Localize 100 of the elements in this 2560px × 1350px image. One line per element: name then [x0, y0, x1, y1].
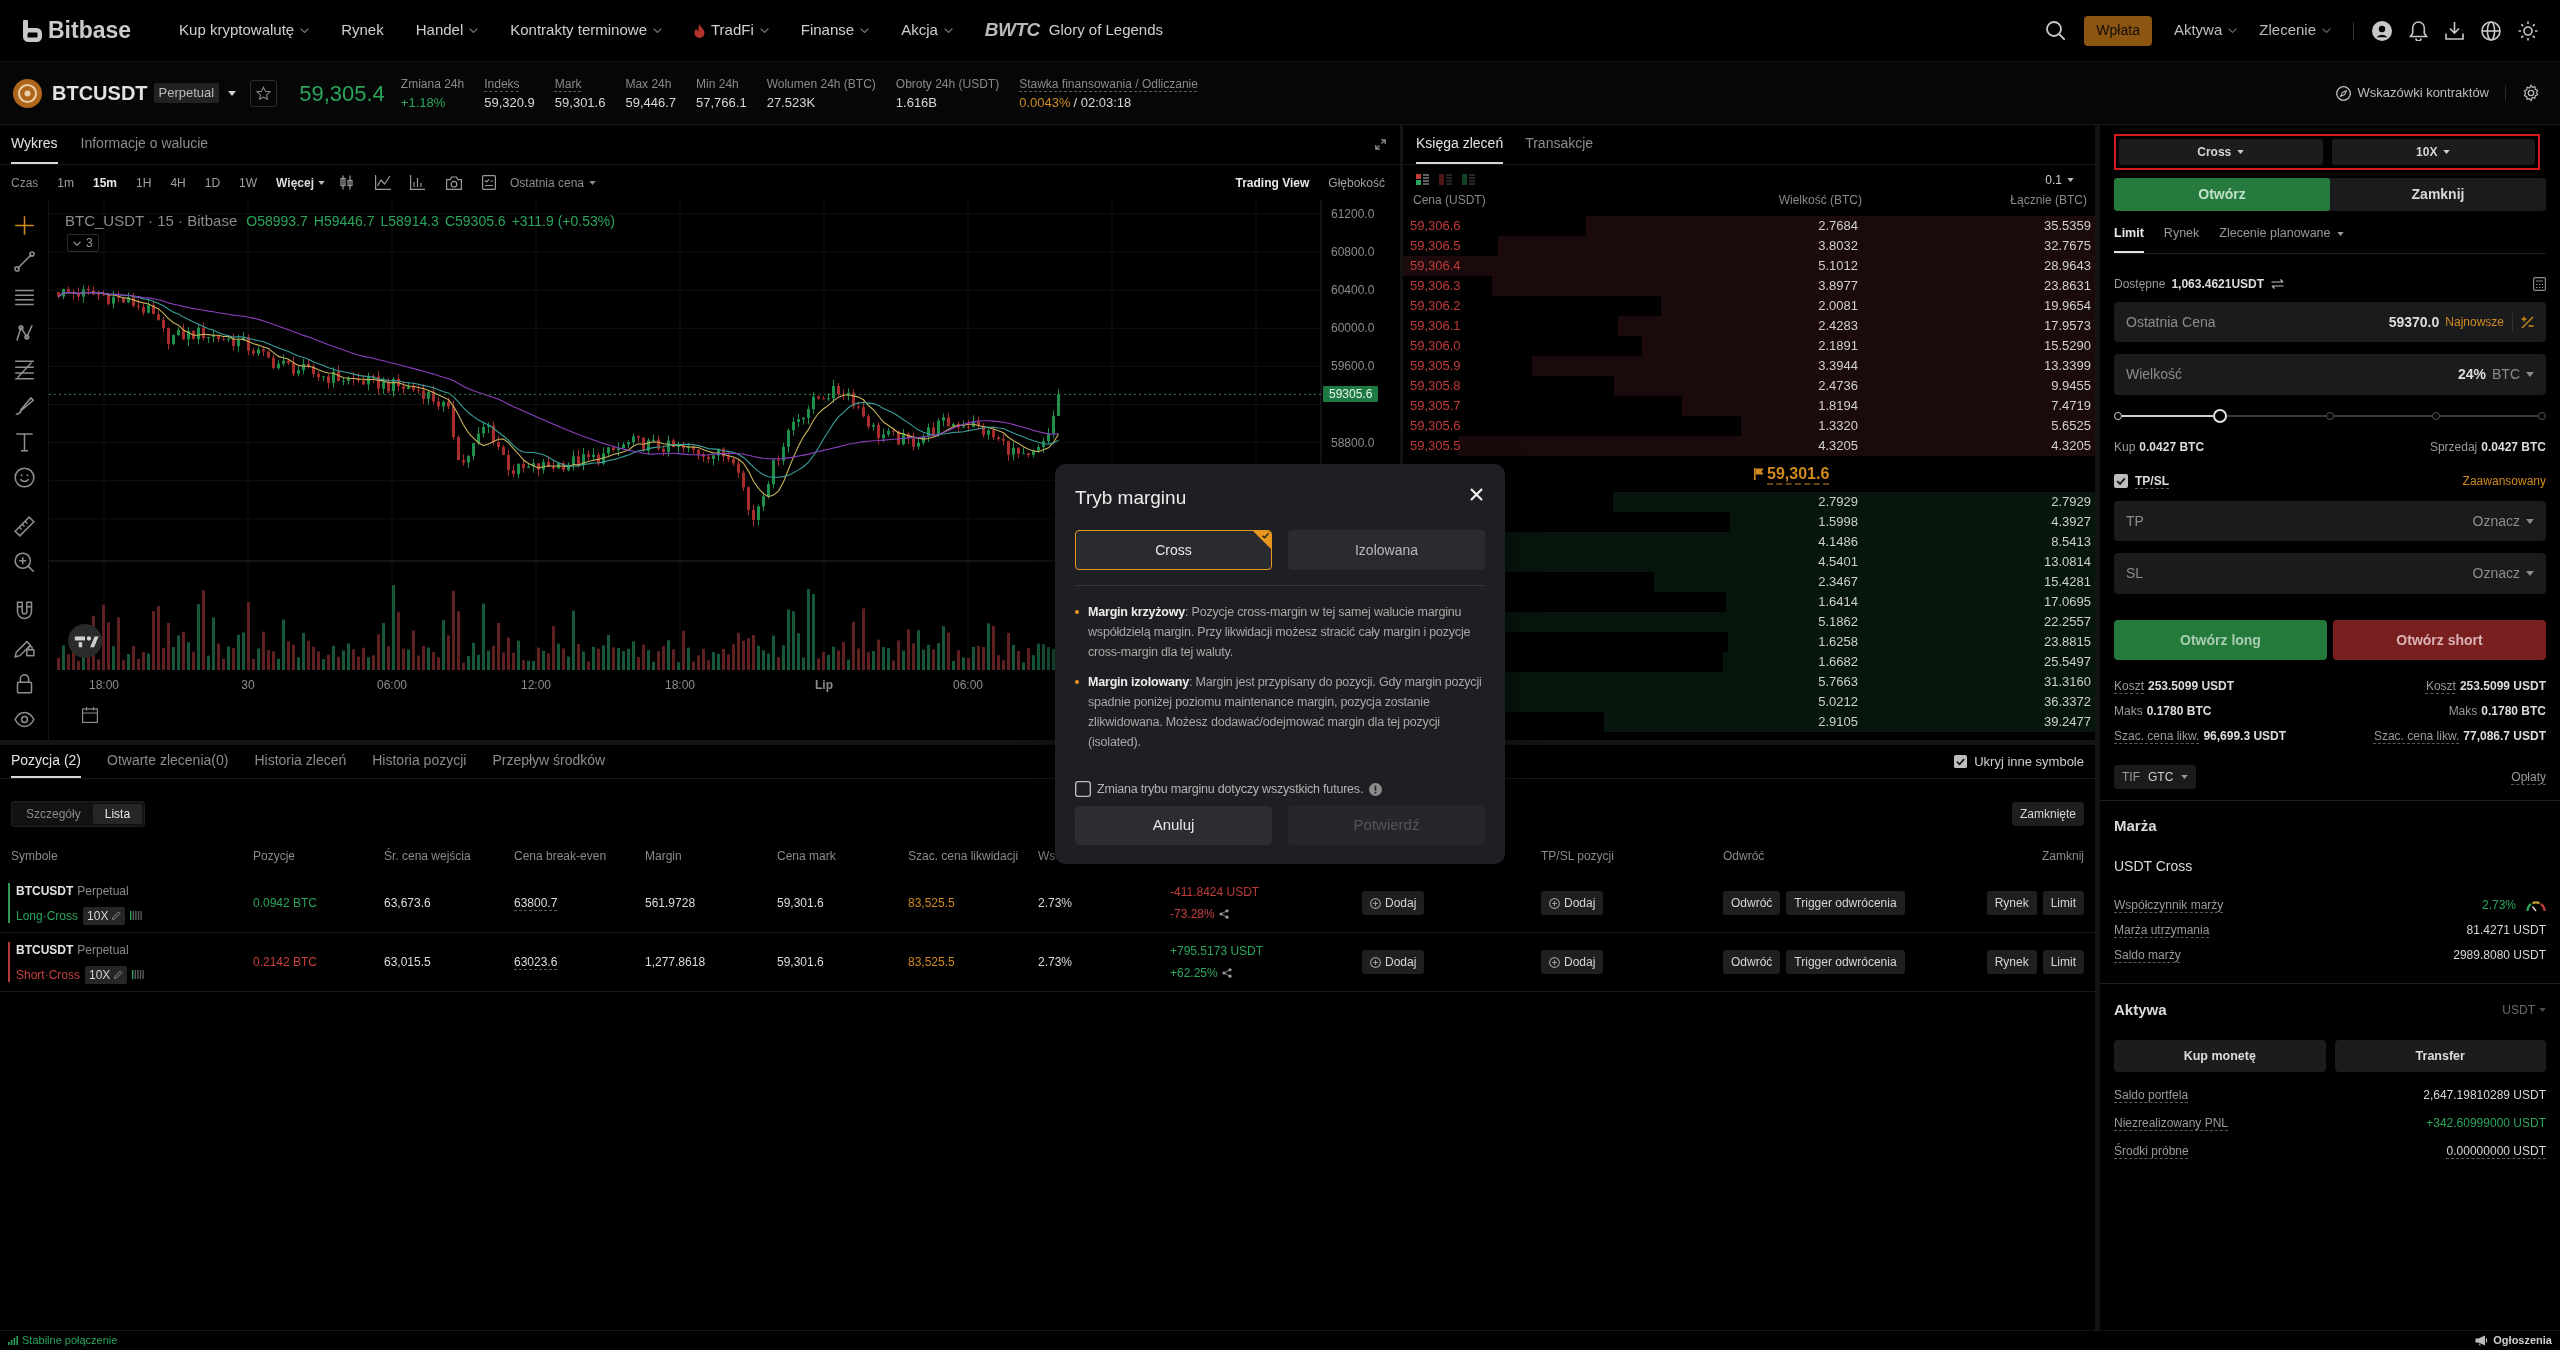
close-icon[interactable]	[1470, 488, 1483, 501]
order-type-tab[interactable]: Rynek	[2163, 224, 2200, 253]
precision-dropdown[interactable]: 0.1	[2045, 170, 2074, 189]
favorite-button[interactable]	[250, 79, 278, 107]
nav-menu-item[interactable]: Kup kryptowalutę	[179, 19, 310, 42]
globe-icon[interactable]	[2481, 20, 2501, 41]
order-type-tab[interactable]: Zlecenie planowane	[2219, 224, 2344, 253]
nav-menu-item[interactable]: Kontrakty terminowe	[510, 19, 662, 42]
add-tpsl-button[interactable]: Dodaj	[1541, 891, 1604, 915]
candles-icon[interactable]	[339, 175, 354, 190]
nav-menu-item[interactable]: Zlecenie	[2259, 19, 2331, 42]
checklist-icon[interactable]	[482, 175, 496, 190]
line-chart-icon[interactable]	[375, 175, 391, 190]
asset-action-button[interactable]: Transfer	[2334, 1040, 2546, 1072]
close-limit-button[interactable]: Limit	[2042, 950, 2084, 974]
margin-mode-option[interactable]: Izolowana	[1288, 530, 1485, 570]
mark-dropdown[interactable]: Oznacz	[2472, 563, 2534, 584]
eye-icon[interactable]	[13, 709, 35, 730]
view-toggle-option[interactable]: Lista	[92, 804, 143, 824]
nav-menu-item[interactable]: TradFi	[694, 19, 769, 42]
interval-tab[interactable]: 1W	[239, 173, 258, 192]
announcements-link[interactable]: Ogłoszenia	[2493, 1332, 2552, 1349]
positions-tab[interactable]: Pozycja (2)	[11, 745, 82, 778]
reverse-button[interactable]: Odwróć	[1723, 950, 1781, 974]
search-icon[interactable]	[2046, 21, 2066, 40]
positions-tab[interactable]: Historia zleceń	[254, 745, 347, 778]
crosshair-icon[interactable]	[13, 215, 35, 236]
stop-loss-field[interactable]: SL Oznacz	[2114, 553, 2546, 594]
slider-thumb[interactable]	[2212, 409, 2227, 423]
order-book-tab[interactable]: Transakcje	[1525, 125, 1594, 164]
interval-tab[interactable]: 1H	[136, 173, 152, 192]
close-market-button[interactable]: Rynek	[1986, 950, 2037, 974]
trigger-reverse-button[interactable]: Trigger odwrócenia	[1786, 891, 1905, 915]
interval-tab[interactable]: 1D	[204, 173, 221, 192]
chart-tab[interactable]: Informacje o walucie	[80, 125, 209, 164]
more-intervals-button[interactable]: Więcej	[276, 173, 325, 192]
camera-icon[interactable]	[446, 175, 462, 190]
trigger-reverse-button[interactable]: Trigger odwrócenia	[1786, 950, 1905, 974]
positions-tab[interactable]: Otwarte zlecenia(0)	[107, 745, 229, 778]
share-icon[interactable]	[1221, 968, 1232, 978]
nodes-icon[interactable]	[13, 323, 35, 344]
info-icon[interactable]	[1369, 782, 1383, 796]
unit-dropdown[interactable]: BTC	[2492, 364, 2534, 385]
ruler-icon[interactable]	[13, 516, 35, 537]
user-icon[interactable]	[2372, 20, 2392, 41]
brush-icon[interactable]	[13, 395, 35, 416]
chart-view-tab[interactable]: Trading View	[1235, 173, 1310, 192]
order-side-tab[interactable]: Otwórz	[2114, 178, 2330, 211]
fees-link[interactable]: Opłaty	[2511, 768, 2546, 786]
latest-price-button[interactable]: Najnowsze	[2445, 313, 2504, 331]
line-tool-icon[interactable]	[13, 251, 35, 272]
sun-icon[interactable]	[2518, 20, 2538, 41]
close-market-button[interactable]: Rynek	[1986, 891, 2037, 915]
download-icon[interactable]	[2445, 21, 2464, 40]
checkbox[interactable]	[1075, 781, 1091, 797]
zoom-in-icon[interactable]	[13, 552, 35, 573]
currency-dropdown[interactable]: USDT	[2502, 1001, 2546, 1019]
order-side-tab[interactable]: Zamknij	[2330, 178, 2546, 211]
take-profit-field[interactable]: TP Oznacz	[2114, 501, 2546, 541]
fib-lines-icon[interactable]	[13, 359, 35, 380]
margin-mode-button[interactable]: Cross	[2119, 139, 2323, 165]
leverage-button[interactable]: 10X	[2331, 139, 2535, 165]
positions-tab[interactable]: Historia pozycji	[372, 745, 467, 778]
calculator-icon[interactable]	[2533, 277, 2546, 291]
caret-icon[interactable]	[228, 90, 237, 96]
positions-tab[interactable]: Przepływ środków	[492, 745, 606, 778]
view-toggle-option[interactable]: Szczegóły	[14, 804, 93, 824]
price-field[interactable]: Ostatnia Cena 59370.0 Najnowsze	[2114, 302, 2546, 342]
order-book-tab[interactable]: Księga zleceń	[1416, 125, 1504, 164]
nav-menu-item[interactable]: Rynek	[341, 19, 384, 42]
tif-dropdown[interactable]: TIF GTC	[2114, 765, 2197, 789]
list-layout-icon[interactable]	[1416, 174, 1429, 185]
add-tpsl-button[interactable]: Dodaj	[1541, 950, 1604, 974]
settings-icon[interactable]	[2522, 84, 2540, 102]
chart-tab[interactable]: Wykres	[11, 125, 58, 164]
leverage-button[interactable]: 10X	[85, 965, 128, 984]
leverage-button[interactable]: 10X	[83, 906, 126, 925]
add-margin-button[interactable]: Dodaj	[1362, 950, 1425, 974]
reverse-button[interactable]: Odwróć	[1723, 891, 1781, 915]
bar-chart-icon[interactable]	[410, 175, 425, 190]
calendar-icon[interactable]	[82, 707, 98, 723]
text-tool-icon[interactable]	[13, 431, 35, 452]
closed-positions-button[interactable]: Zamknięte	[2011, 802, 2084, 826]
interval-tab[interactable]: 4H	[170, 173, 186, 192]
lines-icon[interactable]	[13, 287, 35, 308]
bell-icon[interactable]	[2409, 20, 2428, 41]
tips-link[interactable]: Wskazówki kontraktów	[2335, 83, 2489, 103]
nav-menu-item[interactable]: Finanse	[800, 19, 870, 42]
nav-menu-item[interactable]: Handel	[415, 19, 479, 42]
price-source-dropdown[interactable]: Ostatnia cena	[510, 173, 597, 192]
share-icon[interactable]	[1218, 909, 1229, 919]
checkbox[interactable]	[1954, 755, 1968, 768]
advanced-link[interactable]: Zaawansowany	[2462, 472, 2546, 490]
close-limit-button[interactable]: Limit	[2042, 891, 2084, 915]
smiley-icon[interactable]	[13, 467, 35, 488]
swap-icon[interactable]	[2271, 279, 2285, 289]
plus-minus-icon[interactable]	[2521, 315, 2534, 329]
checkbox[interactable]	[2114, 474, 2128, 488]
mark-dropdown[interactable]: Oznacz	[2472, 510, 2534, 532]
nav-menu-item[interactable]: Akcja	[901, 19, 953, 42]
